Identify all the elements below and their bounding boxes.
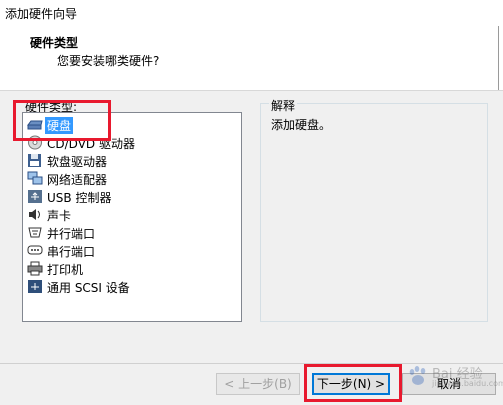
list-item-printer[interactable]: 打印机 [25,260,225,277]
window-edge [498,26,499,90]
page-title: 硬件类型 [30,36,79,50]
watermark: Bai 经验 jingyan.baidu.com [402,357,503,397]
paw-logo-icon [409,366,426,385]
description-panel [260,103,488,322]
list-item-cd-dvd[interactable]: CD/DVD 驱动器 [25,134,225,151]
list-item-scsi-device[interactable]: 通用 SCSI 设备 [25,278,225,295]
usb-icon [28,190,42,203]
sound-icon [29,209,40,220]
description-label: 解释 [269,97,298,114]
list-item-floppy[interactable]: 软盘驱动器 [25,152,225,169]
next-button[interactable]: 下一步(N) > [312,373,390,395]
printer-icon [27,261,43,276]
list-item-hard-disk[interactable]: 硬盘 [25,116,225,134]
list-item-network-adapter[interactable]: 网络适配器 [25,170,225,187]
cd-dvd-icon [28,135,42,150]
floppy-icon [28,154,41,167]
parallel-port-icon [28,227,42,238]
list-item-sound-card[interactable]: 声卡 [25,206,225,223]
network-adapter-icon [27,171,43,185]
list-item-parallel-port[interactable]: 并行端口 [25,224,225,241]
hardware-list[interactable]: 硬盘 CD/DVD 驱动器 软盘驱动器 网络适配器 USB 控制器 声卡 并行端… [22,112,242,322]
hard-disk-icon [27,120,43,130]
watermark-url: jingyan.baidu.com [432,379,503,388]
wizard-header: 硬件类型 您要安装哪类硬件? [0,26,503,91]
back-button[interactable]: < 上一步(B) [216,373,300,395]
list-item-serial-port[interactable]: 串行端口 [25,242,225,259]
window-title: 添加硬件向导 [5,7,78,21]
description-text: 添加硬盘。 [271,118,332,132]
page-subtitle: 您要安装哪类硬件? [57,54,160,68]
serial-port-icon [27,245,43,255]
title-bar: 添加硬件向导 [0,0,503,26]
list-item-usb-controller[interactable]: USB 控制器 [25,188,225,205]
scsi-icon [28,280,42,293]
